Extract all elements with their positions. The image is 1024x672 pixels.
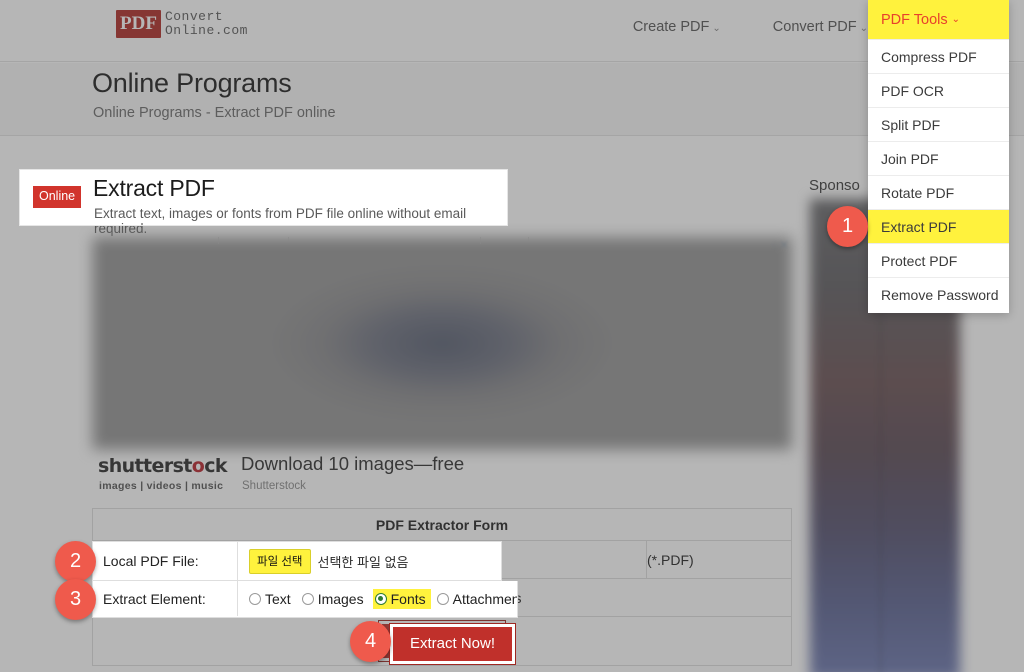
logo-line-2: Online.com <box>164 23 248 38</box>
dropdown-item-rotate-pdf[interactable]: Rotate PDF <box>868 175 1009 209</box>
nav-item-create-pdf[interactable]: Create PDF ⌄ <box>627 15 727 39</box>
pdf-tools-trigger[interactable]: PDF Tools ⌄ <box>868 0 1009 39</box>
radio-option-images-spot[interactable]: Images <box>300 589 369 609</box>
radio-label-attachments-spot: Attachments <box>452 590 517 607</box>
radio-option-attachments-spot[interactable]: Attachments <box>435 589 517 609</box>
dropdown-item-label: PDF OCR <box>881 82 944 99</box>
step-marker-1: 1 <box>827 206 868 247</box>
page-root: PDF Convert Online.com Create PDF ⌄ Conve… <box>0 0 1024 672</box>
chevron-down-icon: ⌄ <box>951 14 961 25</box>
local-file-input-spot: 파일 선택 선택한 파일 없음 <box>239 542 408 580</box>
dropdown-item-label: Extract PDF <box>881 218 957 235</box>
file-status-text-spot: 선택한 파일 없음 <box>317 554 409 570</box>
dropdown-item-extract-pdf[interactable]: Extract PDF <box>868 209 1009 243</box>
site-logo[interactable]: PDF Convert Online.com <box>116 10 248 38</box>
logo-wordmark: Convert Online.com <box>165 10 248 38</box>
shutterstock-headline: Download 10 images—free <box>241 453 465 474</box>
dropdown-item-split-pdf[interactable]: Split PDF <box>868 107 1009 141</box>
radio-option-text-spot[interactable]: Text <box>247 589 296 609</box>
spotlight-tool-card: Online Extract PDF Extract text, images … <box>19 169 508 226</box>
dropdown-item-pdf-ocr[interactable]: PDF OCR <box>868 73 1009 107</box>
radio-icon-selected <box>374 592 387 605</box>
spotlight-extract-now: Extract Now! <box>390 624 516 664</box>
dropdown-item-protect-pdf[interactable]: Protect PDF <box>868 243 1009 277</box>
radio-icon <box>436 592 449 605</box>
step-marker-4: 4 <box>350 621 391 662</box>
pdf-tools-trigger-label: PDF Tools <box>881 11 948 28</box>
dropdown-item-label: Compress PDF <box>881 48 977 65</box>
dropdown-item-label: Protect PDF <box>881 252 958 269</box>
radio-label-text-spot: Text <box>265 590 291 607</box>
dropdown-item-label: Rotate PDF <box>881 184 955 201</box>
page-title: Online Programs <box>92 68 292 98</box>
spotlight-extract-element-row: Extract Element: Text Images Fonts Attac… <box>92 581 518 618</box>
radio-icon <box>301 592 314 605</box>
chevron-down-icon: ⌄ <box>859 23 868 34</box>
tool-description-spot: Extract text, images or fonts from PDF f… <box>94 206 467 225</box>
dropdown-item-label: Join PDF <box>881 150 939 167</box>
extract-element-radio-group-spot: Text Images Fonts Attachments <box>239 581 517 616</box>
tool-title-spot: Extract PDF <box>93 175 215 201</box>
step-marker-3: 3 <box>55 579 96 620</box>
dropdown-item-remove-password[interactable]: Remove Password <box>868 277 1009 311</box>
online-badge-spot: Online <box>33 186 82 208</box>
radio-label-fonts-spot: Fonts <box>390 590 426 607</box>
form-title: PDF Extractor Form <box>92 508 792 541</box>
radio-icon <box>249 592 261 605</box>
logo-pdf-badge: PDF <box>116 10 161 38</box>
spotlight-local-file-row: Local PDF File: 파일 선택 선택한 파일 없음 <box>92 541 502 581</box>
ss-logo-mark: o <box>191 455 205 477</box>
shutterstock-brand: Shutterstock <box>242 480 306 492</box>
shutterstock-ad[interactable]: shutterstock images | videos | music Dow… <box>96 453 796 495</box>
step-marker-2: 2 <box>55 541 96 582</box>
dropdown-item-label: Split PDF <box>881 116 941 133</box>
dropdown-item-join-pdf[interactable]: Join PDF <box>868 141 1009 175</box>
nav-item-create-pdf-label: Create PDF <box>632 19 710 35</box>
shutterstock-logo: shutterstock <box>98 455 228 477</box>
shutterstock-categories: images | videos | music <box>99 480 224 492</box>
pdf-tools-dropdown: PDF Tools ⌄ Compress PDF PDF OCR Split PD… <box>868 0 1009 313</box>
extract-now-button-spot[interactable]: Extract Now! <box>390 624 516 664</box>
sponsored-label: Sponso <box>809 177 860 194</box>
dropdown-item-compress-pdf[interactable]: Compress PDF <box>868 39 1009 73</box>
form-header-row: PDF Extractor Form <box>92 508 792 541</box>
radio-option-fonts-spot[interactable]: Fonts <box>372 588 431 609</box>
ad-banner-image[interactable] <box>92 237 792 450</box>
nav-item-convert-pdf-label: Convert PDF <box>772 19 857 35</box>
choose-file-button-spot[interactable]: 파일 선택 <box>249 548 311 574</box>
ss-logo-post: ck <box>204 455 227 477</box>
file-extension-hint: (*.PDF) <box>646 540 792 579</box>
chevron-down-icon: ⌄ <box>712 23 721 34</box>
radio-label-images-spot: Images <box>317 590 364 607</box>
nav-item-convert-pdf[interactable]: Convert PDF ⌄ <box>767 15 874 39</box>
extract-element-label-spot: Extract Element: <box>93 581 238 616</box>
local-file-label-spot: Local PDF File: <box>93 542 238 580</box>
logo-line-1: Convert <box>164 9 224 24</box>
page-subtitle: Online Programs - Extract PDF online <box>93 105 336 121</box>
ss-logo-pre: shutterst <box>98 455 192 477</box>
dropdown-item-label: Remove Password <box>881 286 999 303</box>
